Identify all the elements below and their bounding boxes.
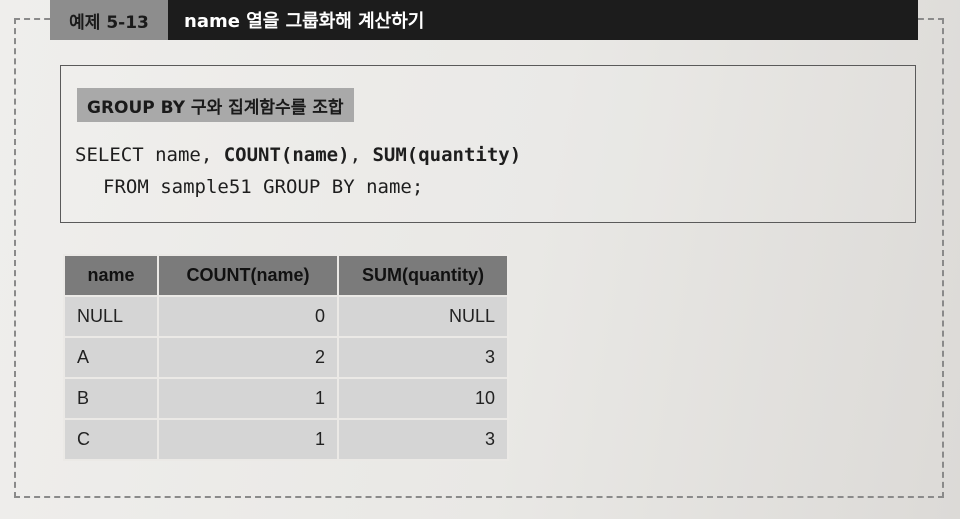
cell-count: 1 <box>157 377 339 420</box>
cell-sum: NULL <box>337 295 509 338</box>
cell-name: B <box>63 377 159 420</box>
example-header: 예제 5-13 name 열을 그룹화해 계산하기 <box>50 0 918 40</box>
example-title: name 열을 그룹화해 계산하기 <box>184 11 425 32</box>
cell-sum: 3 <box>337 418 509 461</box>
code-line-2: FROM sample51 GROUP BY name; <box>103 176 424 198</box>
result-table: name COUNT(name) SUM(quantity) NULL 0 NU… <box>63 254 509 461</box>
table-row: A 2 3 <box>63 336 509 379</box>
table-row: NULL 0 NULL <box>63 295 509 338</box>
table-header-row: name COUNT(name) SUM(quantity) <box>63 254 509 297</box>
code-box: GROUP BY 구와 집계함수를 조합 SELECT name, COUNT(… <box>60 65 916 223</box>
example-number: 예제 5-13 <box>50 0 168 40</box>
cell-sum: 3 <box>337 336 509 379</box>
cell-name: A <box>63 336 159 379</box>
cell-name: NULL <box>63 295 159 338</box>
cell-count: 2 <box>157 336 339 379</box>
cell-count: 1 <box>157 418 339 461</box>
cell-count: 0 <box>157 295 339 338</box>
code-sum-fn: SUM(quantity) <box>372 144 522 166</box>
column-header-count: COUNT(name) <box>157 254 339 297</box>
code-select-clause: SELECT name, <box>75 144 224 166</box>
code-separator: , <box>349 144 373 166</box>
cell-sum: 10 <box>337 377 509 420</box>
code-caption: GROUP BY 구와 집계함수를 조합 <box>77 88 354 122</box>
table-row: C 1 3 <box>63 418 509 461</box>
column-header-name: name <box>63 254 159 297</box>
table-row: B 1 10 <box>63 377 509 420</box>
column-header-sum: SUM(quantity) <box>337 254 509 297</box>
code-count-fn: COUNT(name) <box>223 144 350 166</box>
cell-name: C <box>63 418 159 461</box>
code-line-1: SELECT name, COUNT(name), SUM(quantity) <box>75 144 521 166</box>
